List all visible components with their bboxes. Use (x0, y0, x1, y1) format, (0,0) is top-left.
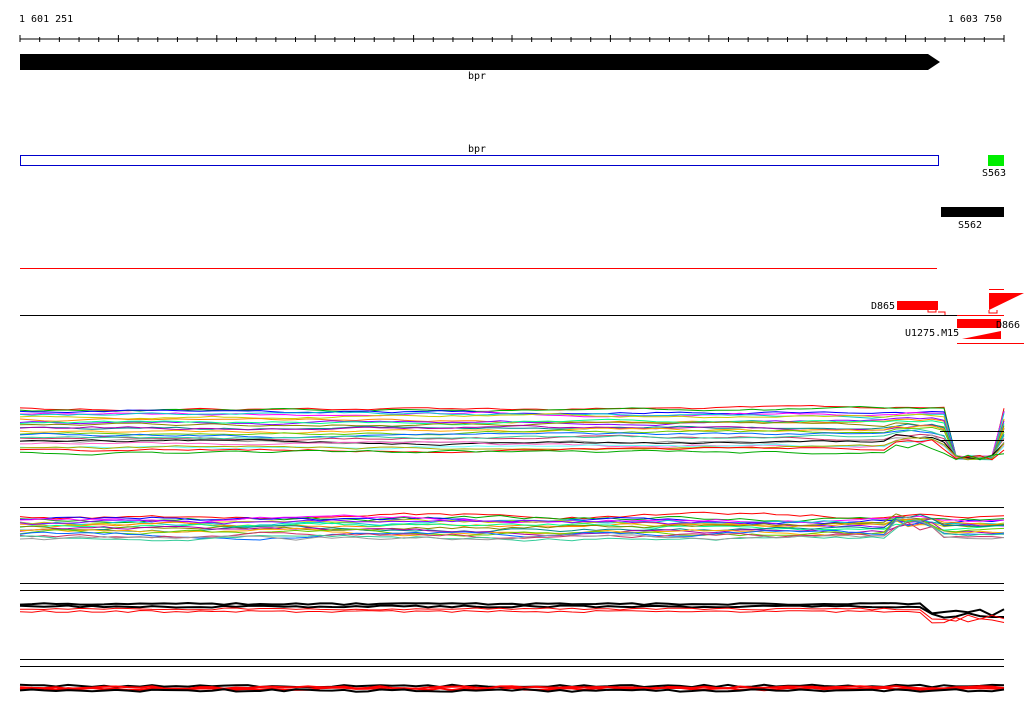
d865-tick-2 (938, 311, 946, 315)
expression-series-line (19, 609, 1005, 624)
genome-browser-view: 1 601 251 1 603 750 bpr bpr S563 S562 D8… (0, 0, 1024, 714)
expression-series-line (19, 688, 1005, 693)
d865-block[interactable] (897, 301, 938, 310)
gene-label: bpr (468, 71, 486, 82)
s563-label: S563 (982, 168, 1006, 179)
cds-track: bpr (20, 144, 939, 166)
ruler-start-label: 1 601 251 (19, 14, 73, 25)
upper-flag-tick (988, 310, 998, 314)
coordinate-ruler: 1 601 251 1 603 750 (19, 14, 1005, 42)
ruler-end-label: 1 603 750 (948, 14, 1002, 25)
d865-tick-1 (927, 310, 937, 313)
expression-track-c (19, 583, 1005, 624)
expression-series-line (19, 607, 1005, 622)
d866-block[interactable] (957, 319, 1001, 328)
upper-flag-arrow[interactable] (989, 293, 1024, 310)
cds-box[interactable] (20, 155, 939, 166)
s563-block[interactable] (988, 155, 1004, 166)
d866-label: D866 (996, 320, 1020, 331)
expression-series-line (19, 437, 1005, 460)
expression-track-a (19, 404, 1005, 461)
genome-track-canvas: 1 601 251 1 603 750 bpr bpr S563 S562 D8… (19, 14, 1024, 693)
transcript-features: D865 D866 U1275.M15 (20, 289, 1024, 344)
gene-track: bpr (20, 54, 940, 82)
d865-label: D865 (871, 301, 895, 312)
lower-flag-arrow[interactable] (962, 331, 1001, 339)
expression-track-b (19, 507, 1005, 542)
cds-label: bpr (468, 144, 486, 155)
expression-track-d (19, 659, 1005, 693)
feature-s563: S563 (982, 155, 1006, 179)
s562-block[interactable] (941, 207, 1004, 217)
feature-s562: S562 (941, 207, 1004, 231)
u1275-label: U1275.M15 (905, 328, 959, 339)
gene-arrow[interactable] (20, 54, 940, 70)
s562-label: S562 (958, 220, 982, 231)
